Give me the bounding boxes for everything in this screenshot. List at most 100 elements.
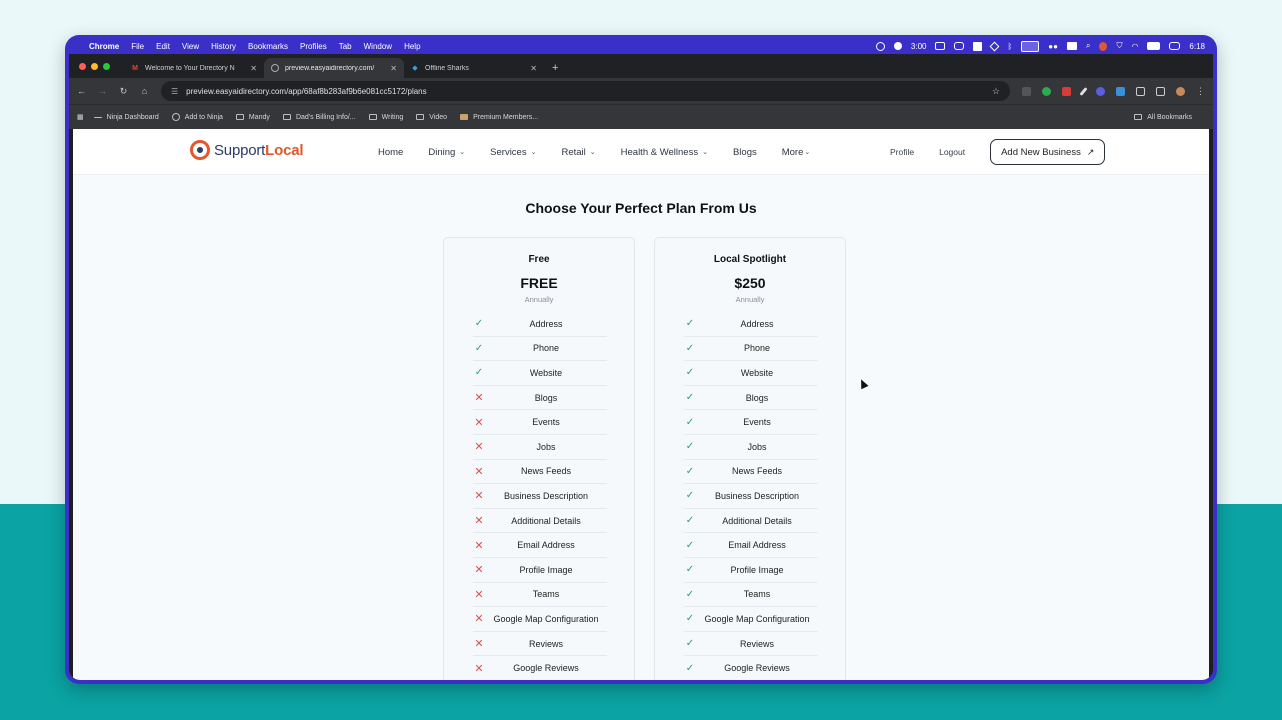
battery-icon[interactable]	[1147, 42, 1161, 50]
bluetooth-icon[interactable]: ᛒ	[1007, 42, 1012, 51]
clock-readout[interactable]: 6:18	[1189, 42, 1205, 51]
globe-icon	[171, 113, 180, 121]
home-icon[interactable]: ⌂	[140, 86, 149, 96]
bookmark-2[interactable]: Mandy	[235, 114, 270, 121]
shield-icon[interactable]: ⛉	[1116, 41, 1122, 51]
bookmark-3[interactable]: Dad's Billing Info/...	[282, 114, 356, 121]
menu-app-name[interactable]: Chrome	[89, 42, 119, 51]
status-icon-3[interactable]	[935, 42, 946, 50]
bookmark-label: Ninja Dashboard	[106, 113, 159, 121]
address-bar[interactable]: ☰ preview.easyaidirectory.com/app/68af8b…	[161, 81, 1010, 101]
profile-avatar-icon[interactable]	[1176, 86, 1185, 96]
feature-label: Blogs	[534, 392, 558, 403]
profile-link[interactable]: Profile	[890, 147, 914, 157]
menu-help[interactable]: Help	[404, 42, 420, 51]
menu-file[interactable]: File	[131, 42, 144, 51]
bookmark-6[interactable]: Premium Members...	[460, 114, 538, 121]
control-center-icon[interactable]	[1169, 42, 1181, 50]
feature-label: Website	[529, 367, 563, 378]
logo-support-text: Support	[214, 141, 266, 159]
nav-more[interactable]: More ⌄	[782, 147, 811, 158]
browser-tab-1[interactable]: preview.easyaidirectory.com/ ✕	[264, 58, 404, 78]
extensions-puzzle-icon[interactable]	[1136, 86, 1145, 96]
menu-bookmarks[interactable]: Bookmarks	[248, 42, 288, 51]
all-bookmarks-button[interactable]: All Bookmarks	[1134, 114, 1192, 121]
check-icon: ✓	[685, 662, 695, 674]
close-tab-icon[interactable]: ✕	[530, 64, 537, 73]
user-status-icon[interactable]	[1099, 41, 1108, 51]
nav-label: Services	[490, 146, 527, 158]
browser-tab-2[interactable]: ◆ Offline Sharks ✕	[404, 58, 544, 78]
browser-tab-0[interactable]: M Welcome to Your Directory N ✕	[124, 58, 264, 78]
zoom-window-button[interactable]	[103, 62, 110, 70]
bookmark-5[interactable]: Video	[416, 114, 447, 121]
side-panel-icon[interactable]	[1156, 86, 1165, 96]
nav-services[interactable]: Services ⌄	[490, 147, 536, 158]
screen-share-icon[interactable]	[1021, 40, 1040, 52]
feature-label: Jobs	[747, 441, 767, 452]
bookmark-star-icon[interactable]: ☆	[992, 86, 1000, 97]
menu-view[interactable]: View	[182, 42, 199, 51]
apps-grid-icon[interactable]: ▦	[77, 113, 84, 121]
nav-retail[interactable]: Retail ⌄	[561, 147, 595, 158]
check-icon: ✓	[685, 564, 695, 576]
bookmark-1[interactable]: Add to Ninja	[171, 113, 223, 121]
browser-toolbar: ← → ↻ ⌂ ☰ preview.easyaidirectory.com/ap…	[69, 78, 1213, 104]
plan-card-free[interactable]: Free FREE Annually ✓ Address ✓ Phone ✓ Websit…	[443, 237, 635, 680]
new-tab-button[interactable]: +	[544, 58, 566, 78]
nav-dining[interactable]: Dining ⌄	[428, 147, 465, 158]
close-tab-icon[interactable]: ✕	[390, 64, 397, 73]
chevron-down-icon: ⌄	[702, 149, 708, 156]
dropbox-icon[interactable]	[990, 41, 1000, 51]
feature-row: ✓ Business Description	[684, 484, 818, 509]
menu-tab[interactable]: Tab	[339, 42, 352, 51]
close-tab-icon[interactable]: ✕	[250, 64, 257, 73]
feature-label: News Feeds	[731, 466, 783, 477]
timer-readout[interactable]: 3:00	[911, 42, 927, 51]
status-icon-5[interactable]	[973, 41, 983, 51]
menu-history[interactable]: History	[211, 42, 236, 51]
display-icon[interactable]	[1066, 42, 1077, 50]
search-icon[interactable]: ⌕	[1086, 41, 1090, 51]
reload-icon[interactable]: ↻	[119, 86, 128, 97]
bookmark-4[interactable]: Writing	[368, 114, 403, 121]
extension-icon-1[interactable]	[1022, 86, 1031, 96]
device-frame: Chrome File Edit View History Bookmarks …	[65, 35, 1217, 684]
menu-edit[interactable]: Edit	[156, 42, 170, 51]
minimize-window-button[interactable]	[91, 62, 98, 70]
close-window-button[interactable]	[79, 62, 86, 70]
check-icon: ✓	[685, 539, 695, 551]
nav-label: Retail	[561, 146, 586, 158]
nav-health-wellness[interactable]: Health & Wellness ⌄	[621, 147, 708, 158]
folder-icon	[1134, 114, 1143, 120]
status-icon-1[interactable]	[875, 41, 885, 51]
eyedropper-icon[interactable]	[1079, 86, 1088, 96]
check-icon: ✓	[474, 367, 484, 379]
wifi-icon[interactable]: ◠	[1131, 42, 1138, 51]
feature-row: ✓ Google Map Configuration	[684, 607, 818, 632]
nav-blogs[interactable]: Blogs	[733, 147, 757, 158]
bookmark-0[interactable]: Ninja Dashboard	[93, 113, 159, 121]
extension-icon-5[interactable]	[1116, 86, 1125, 96]
status-icon-2[interactable]	[893, 42, 902, 50]
back-icon[interactable]: ←	[77, 86, 86, 96]
site-logo[interactable]: SupportLocal	[190, 140, 304, 160]
forward-icon[interactable]: →	[98, 86, 107, 96]
menu-window[interactable]: Window	[364, 42, 392, 51]
site-info-icon[interactable]: ☰	[171, 87, 178, 96]
nav-home[interactable]: Home	[378, 147, 403, 158]
extension-icon-3[interactable]	[1062, 86, 1071, 96]
extension-icon-2[interactable]	[1042, 86, 1051, 96]
extension-icon-4[interactable]	[1096, 86, 1105, 96]
logout-link[interactable]: Logout	[939, 147, 965, 157]
chrome-menu-icon[interactable]: ⋮	[1196, 86, 1205, 97]
feature-row: ✓ Address	[473, 312, 607, 337]
status-icon-4[interactable]	[954, 42, 965, 50]
plan-card-local-spotlight[interactable]: Local Spotlight $250 Annually ✓ Address ✓ P…	[654, 237, 846, 680]
dots-icon[interactable]: ●●	[1048, 42, 1058, 51]
add-new-business-button[interactable]: Add New Business ↗	[990, 139, 1106, 165]
feature-label: Google Map Configuration	[704, 613, 810, 624]
chevron-down-icon: ⌄	[589, 149, 596, 156]
feature-row: ✕ News Feeds	[473, 460, 607, 485]
menu-profiles[interactable]: Profiles	[300, 42, 327, 51]
